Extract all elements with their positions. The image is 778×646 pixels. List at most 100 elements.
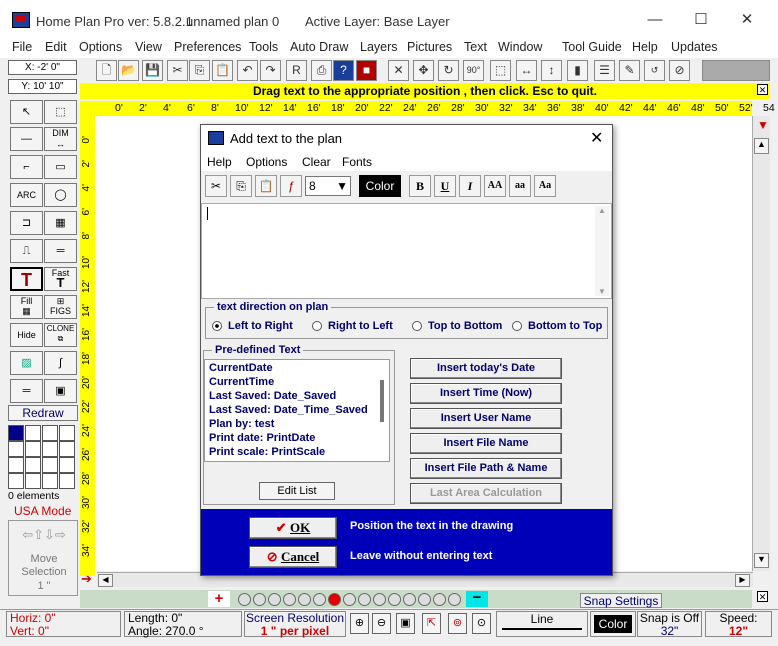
layer-dot[interactable] xyxy=(268,593,281,606)
zoom-out-icon[interactable]: ⊖ xyxy=(372,613,391,634)
layer-cell[interactable] xyxy=(59,425,75,441)
radio-bottom-to-top[interactable] xyxy=(512,321,522,331)
layer-cell[interactable] xyxy=(25,425,41,441)
move-icon[interactable]: ✥ xyxy=(413,60,434,81)
select-arrow-icon[interactable]: ↖ xyxy=(10,100,43,124)
top-to-bottom-label[interactable]: Top to Bottom xyxy=(428,320,502,332)
layer-dot[interactable] xyxy=(373,593,386,606)
predefined-item[interactable]: CurrentTime xyxy=(209,376,274,388)
paste-icon[interactable]: 📋 xyxy=(255,175,277,197)
radio-left-to-right[interactable] xyxy=(212,321,222,331)
layer-cell[interactable] xyxy=(59,457,75,473)
layer-cell[interactable] xyxy=(25,473,41,489)
layer-cell[interactable] xyxy=(25,441,41,457)
step-tool-icon[interactable]: ⎍ xyxy=(10,239,43,263)
bold-icon[interactable]: B xyxy=(409,175,431,197)
scroll-left-icon[interactable]: ◀ xyxy=(98,574,113,587)
subscript-icon[interactable]: Aa xyxy=(534,175,556,197)
predefined-item[interactable]: Last Saved: Date_Saved xyxy=(209,390,336,402)
dialog-menu-clear[interactable]: Clear xyxy=(302,155,331,169)
rotate-icon[interactable]: ↻ xyxy=(438,60,459,81)
menu-text[interactable]: Text xyxy=(464,40,487,54)
layer-dot[interactable] xyxy=(403,593,416,606)
predefined-item[interactable]: Plan by: test xyxy=(209,418,274,430)
wall-tool-icon[interactable]: ⊐ xyxy=(10,211,43,235)
new-file-icon[interactable]: 🗋 xyxy=(96,60,117,81)
cancel-icon[interactable]: ⊘ xyxy=(669,60,690,81)
menu-preferences[interactable]: Preferences xyxy=(174,40,241,54)
layer-cell[interactable] xyxy=(42,457,58,473)
print-preview-icon[interactable]: R xyxy=(286,60,307,81)
layer-dot[interactable] xyxy=(313,593,326,606)
scroll-up-icon[interactable]: ▲ xyxy=(595,206,609,215)
dialog-menu-options[interactable]: Options xyxy=(246,155,287,169)
scroll-up-icon[interactable]: ▲ xyxy=(754,138,769,154)
undo-delete-icon[interactable]: ↺ xyxy=(644,60,665,81)
layer-dot[interactable] xyxy=(328,593,341,606)
curve-tool-icon[interactable]: ∫ xyxy=(44,351,77,375)
layer-cell[interactable] xyxy=(8,457,24,473)
text-tool-icon[interactable]: T xyxy=(10,267,43,291)
circle-tool-icon[interactable]: ◯ xyxy=(44,183,77,207)
larger-text-icon[interactable]: AA xyxy=(484,175,506,197)
layer-dot[interactable] xyxy=(238,593,251,606)
print-icon[interactable]: ⎙ xyxy=(311,60,332,81)
redo-icon[interactable]: ↷ xyxy=(260,60,281,81)
add-layer-icon[interactable]: + xyxy=(208,591,230,607)
layer-dot[interactable] xyxy=(433,593,446,606)
copy-icon[interactable]: ⎘ xyxy=(189,60,210,81)
color-icon[interactable]: ■ xyxy=(356,60,377,81)
insert-file-name-button[interactable]: Insert File Name xyxy=(410,433,562,454)
text-entry-area[interactable]: ▲ ▼ xyxy=(201,203,612,299)
save-icon[interactable]: 💾 xyxy=(142,60,163,81)
scroll-right-icon[interactable]: ▶ xyxy=(735,574,750,587)
predefined-list[interactable]: CurrentDate CurrentTime Last Saved: Date_S… xyxy=(204,359,390,462)
stretch-vertical-icon[interactable]: ↕ xyxy=(541,60,562,81)
lines-icon[interactable]: ☰ xyxy=(594,60,615,81)
last-area-calculation-button[interactable]: Last Area Calculation xyxy=(410,483,562,504)
layer-bar-close-icon[interactable]: ✕ xyxy=(757,591,768,602)
text-color-button[interactable]: Color xyxy=(359,175,401,197)
pen-icon[interactable]: ✎ xyxy=(619,60,640,81)
dialog-menu-fonts[interactable]: Fonts xyxy=(342,155,372,169)
select-box-icon[interactable]: ⬚ xyxy=(490,60,511,81)
smaller-text-icon[interactable]: aa xyxy=(509,175,531,197)
layer-cell[interactable] xyxy=(25,457,41,473)
ok-button[interactable]: ✔ OK xyxy=(249,517,337,539)
redraw-button[interactable]: Redraw xyxy=(8,405,78,421)
layer-cell[interactable] xyxy=(42,473,58,489)
layer-dot[interactable] xyxy=(388,593,401,606)
parallel-lines-icon[interactable]: ═ xyxy=(10,379,43,403)
underline-icon[interactable]: U xyxy=(434,175,456,197)
vertical-scrollbar[interactable]: ▼ ▲ ▼ xyxy=(752,116,770,571)
layer-cell[interactable] xyxy=(8,441,24,457)
stretch-horizontal-icon[interactable]: ↔ xyxy=(516,60,537,81)
select-box-icon[interactable]: ⬚ xyxy=(44,100,77,124)
paste-icon[interactable]: 📋 xyxy=(212,60,233,81)
red-down-arrow-icon[interactable]: ▼ xyxy=(757,118,769,132)
italic-icon[interactable]: I xyxy=(459,175,481,197)
layer-dot[interactable] xyxy=(298,593,311,606)
menu-pictures[interactable]: Pictures xyxy=(407,40,452,54)
zoom-previous-icon[interactable]: ⊚ xyxy=(448,613,467,634)
font-size-select[interactable]: 8 ▼ xyxy=(305,176,351,196)
snap-settings-button[interactable]: Snap Settings xyxy=(580,593,662,608)
rectangle-tool-icon[interactable]: ▭ xyxy=(44,155,77,179)
help-icon[interactable]: ? xyxy=(333,60,354,81)
frame-tool-icon[interactable]: ▣ xyxy=(44,379,77,403)
rotate-90-icon[interactable]: 90° xyxy=(463,60,484,81)
zoom-in-icon[interactable]: ⊕ xyxy=(350,613,369,634)
radio-top-to-bottom[interactable] xyxy=(412,321,422,331)
menu-updates[interactable]: Updates xyxy=(671,40,718,54)
layer-grid[interactable] xyxy=(8,425,78,489)
layer-dot[interactable] xyxy=(418,593,431,606)
list-scroll-thumb[interactable] xyxy=(380,380,384,422)
layer-cell[interactable] xyxy=(59,473,75,489)
snap-box[interactable]: Snap is Off 32" xyxy=(637,611,702,638)
color-box[interactable]: Color xyxy=(590,611,636,637)
cancel-button[interactable]: ⊘ Cancel xyxy=(249,546,337,568)
room-tool-icon[interactable]: ⌐ xyxy=(10,155,43,179)
double-line-tool-icon[interactable]: ═ xyxy=(44,239,77,263)
delete-icon[interactable]: ✕ xyxy=(388,60,409,81)
remove-layer-icon[interactable]: − xyxy=(466,590,488,607)
